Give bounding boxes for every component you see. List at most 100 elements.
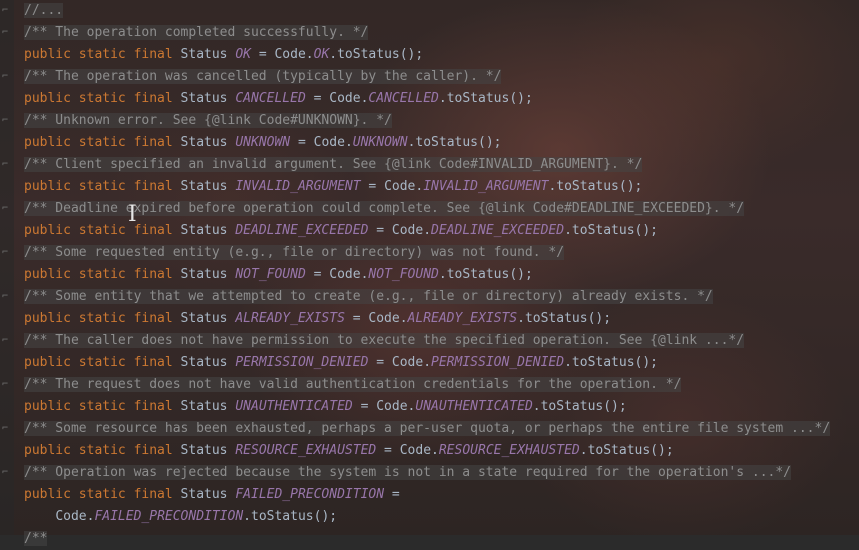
modifier-keywords: public static final xyxy=(24,179,173,194)
fold-marker-icon[interactable]: ⌐ xyxy=(2,110,10,132)
code-line[interactable]: public static final Status ALREADY_EXIST… xyxy=(0,308,859,330)
type-name: Status xyxy=(180,179,228,194)
doc-comment: /** xyxy=(24,531,48,546)
code-line[interactable]: ⌐ /** Some entity that we attempted to cr… xyxy=(0,286,859,308)
code-line[interactable]: ⌐ /** Some requested entity (e.g., file o… xyxy=(0,242,859,264)
assign-op: = xyxy=(352,399,377,414)
assign-op: = xyxy=(368,223,392,238)
fold-marker-icon[interactable]: ⌐ xyxy=(2,22,10,44)
type-name: Status xyxy=(180,355,228,370)
doc-comment: /** The operation was cancelled (typical… xyxy=(24,69,502,84)
code-line[interactable]: public static final Status CANCELLED = C… xyxy=(0,88,859,110)
code-constant: PERMISSION_DENIED xyxy=(431,355,565,370)
code-line[interactable]: /** xyxy=(0,528,859,550)
code-line[interactable]: ⌐ /** Some resource has been exhausted, p… xyxy=(0,418,859,440)
fold-marker-icon[interactable]: ⌐ xyxy=(2,418,10,440)
method-call: .toStatus(); xyxy=(329,47,424,62)
code-line[interactable]: ⌐ /** The operation completed successfull… xyxy=(0,22,859,44)
doc-comment: /** Some entity that we attempted to cre… xyxy=(24,289,713,304)
assign-op: = xyxy=(360,179,385,194)
type-name: Status xyxy=(180,223,228,238)
type-name: Status xyxy=(180,487,228,502)
fold-marker-icon[interactable]: ⌐ xyxy=(2,66,10,88)
code-line[interactable]: ⌐ /** Unknown error. See {@link Code#UNKN… xyxy=(0,110,859,132)
dot: . xyxy=(344,135,353,150)
field-name: CANCELLED xyxy=(235,91,306,106)
fold-marker-icon[interactable]: ⌐ xyxy=(2,286,10,308)
code-constant: OK xyxy=(313,47,330,62)
modifier-keywords: public static final xyxy=(24,399,173,414)
code-class: Code xyxy=(391,223,424,238)
fold-marker-icon[interactable]: ⌐ xyxy=(2,462,10,484)
field-name: INVALID_ARGUMENT xyxy=(235,179,361,194)
code-line[interactable]: public static final Status NOT_FOUND = C… xyxy=(0,264,859,286)
field-name: UNAUTHENTICATED xyxy=(235,399,353,414)
assign-op: = xyxy=(290,135,314,150)
dot: . xyxy=(431,443,439,458)
code-line[interactable]: public static final Status FAILED_PRECON… xyxy=(0,484,859,506)
modifier-keywords: public static final xyxy=(24,267,173,282)
text-cursor-icon: I xyxy=(128,202,137,227)
code-line[interactable]: ⌐ /** The caller does not have permission… xyxy=(0,330,859,352)
fold-marker-icon[interactable]: ⌐ xyxy=(2,198,10,220)
assign-op: = xyxy=(344,311,369,326)
method-call: .toStatus(); xyxy=(243,509,338,524)
fold-marker-icon[interactable]: ⌐ xyxy=(2,374,10,396)
field-name: NOT_FOUND xyxy=(235,267,306,282)
code-class: Code xyxy=(376,399,408,414)
assign-op: = xyxy=(251,47,275,62)
modifier-keywords: public static final xyxy=(24,355,173,370)
modifier-keywords: public static final xyxy=(24,47,173,62)
type-name: Status xyxy=(180,443,228,458)
code-line[interactable]: public static final Status PERMISSION_DE… xyxy=(0,352,859,374)
method-call: .toStatus(); xyxy=(564,223,659,238)
doc-comment: /** The operation completed successfully… xyxy=(24,25,369,40)
code-class: Code xyxy=(384,179,416,194)
code-constant: NOT_FOUND xyxy=(368,267,439,282)
code-line[interactable]: public static final Status OK = Code.OK.… xyxy=(0,44,859,66)
dot: . xyxy=(423,355,432,370)
code-class: Code xyxy=(274,47,306,62)
doc-comment: //... xyxy=(24,3,64,18)
code-editor[interactable]: ⌐ //... ⌐ /** The operation completed succe… xyxy=(0,0,859,550)
fold-marker-icon[interactable]: ⌐ xyxy=(2,0,10,22)
method-call: .toStatus(); xyxy=(517,311,612,326)
code-line[interactable]: ⌐ /** Client specified an invalid argumen… xyxy=(0,154,859,176)
modifier-keywords: public static final xyxy=(24,223,173,238)
assign-op: = xyxy=(376,443,400,458)
assign-op: = xyxy=(305,91,330,106)
code-class: Code xyxy=(55,509,87,524)
code-line[interactable]: public static final Status UNAUTHENTICAT… xyxy=(0,396,859,418)
type-name: Status xyxy=(180,311,228,326)
modifier-keywords: public static final xyxy=(24,487,173,502)
code-class: Code xyxy=(313,135,345,150)
assign-op: = xyxy=(368,355,392,370)
field-name: ALREADY_EXISTS xyxy=(235,311,345,326)
modifier-keywords: public static final xyxy=(24,135,173,150)
assign-op: = xyxy=(384,487,408,502)
field-name: UNKNOWN xyxy=(235,135,291,150)
code-constant: UNAUTHENTICATED xyxy=(415,399,533,414)
code-line[interactable]: public static final Status UNKNOWN = Cod… xyxy=(0,132,859,154)
method-call: .toStatus(); xyxy=(579,443,674,458)
fold-marker-icon[interactable]: ⌐ xyxy=(2,242,10,264)
code-line[interactable]: public static final Status INVALID_ARGUM… xyxy=(0,176,859,198)
code-constant: INVALID_ARGUMENT xyxy=(423,179,549,194)
field-name: RESOURCE_EXHAUSTED xyxy=(235,443,377,458)
field-name: FAILED_PRECONDITION xyxy=(235,487,385,502)
doc-comment: /** Unknown error. See {@link Code#UNKNO… xyxy=(24,113,392,128)
code-line[interactable]: ⌐ //... xyxy=(0,0,859,22)
field-name: PERMISSION_DENIED xyxy=(235,355,369,370)
code-line[interactable]: public static final Status RESOURCE_EXHA… xyxy=(0,440,859,462)
method-call: .toStatus(); xyxy=(438,91,533,106)
code-line[interactable]: ⌐ /** Operation was rejected because the … xyxy=(0,462,859,484)
type-name: Status xyxy=(180,135,228,150)
fold-marker-icon[interactable]: ⌐ xyxy=(2,330,10,352)
dot: . xyxy=(305,47,314,62)
code-line[interactable]: ⌐ /** The request does not have valid aut… xyxy=(0,374,859,396)
modifier-keywords: public static final xyxy=(24,443,173,458)
code-constant: RESOURCE_EXHAUSTED xyxy=(438,443,580,458)
code-line[interactable]: ⌐ /** The operation was cancelled (typica… xyxy=(0,66,859,88)
code-line[interactable]: Code.FAILED_PRECONDITION.toStatus(); xyxy=(0,506,859,528)
fold-marker-icon[interactable]: ⌐ xyxy=(2,154,10,176)
